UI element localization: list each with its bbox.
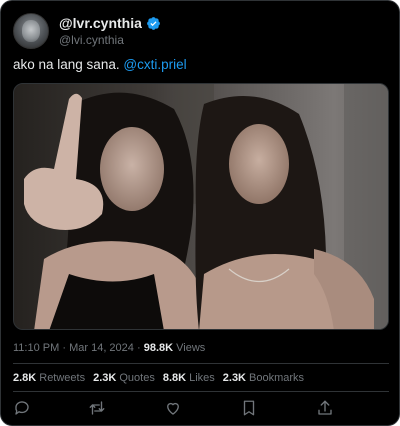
- likes-count: 8.8K: [162, 372, 187, 384]
- quotes-count: 2.3K: [93, 372, 117, 384]
- retweets-count: 2.8K: [13, 372, 37, 384]
- bookmark-button[interactable]: [240, 399, 258, 417]
- quotes-stat[interactable]: 2.3K Quotes: [93, 372, 155, 384]
- display-name[interactable]: @lvr.cynthia: [59, 15, 142, 31]
- tweet-photo[interactable]: [13, 83, 389, 330]
- tweet-meta: 11:10 PM · Mar 14, 2024 · 98.8K Views: [13, 342, 205, 354]
- tweet-card: @lvr.cynthia @lvi.cynthia ako na lang sa…: [0, 0, 400, 426]
- like-button[interactable]: [164, 399, 182, 417]
- views-label: Views: [176, 342, 206, 354]
- photo-illustration: [14, 84, 388, 329]
- engagement-stats: 2.8K Retweets 2.3K Quotes 8.8K Likes 2.3K Bo…: [13, 372, 304, 384]
- share-icon: [318, 400, 332, 415]
- retweet-button[interactable]: [88, 399, 106, 417]
- likes-label: Likes: [189, 372, 215, 384]
- action-bar: [1, 399, 399, 419]
- tweet-date[interactable]: Mar 14, 2024: [69, 342, 134, 354]
- handle[interactable]: @lvi.cynthia: [59, 33, 124, 47]
- meta-separator-2: ·: [136, 342, 141, 354]
- tweet-text: ako na lang sana. @cxti.priel: [13, 57, 187, 72]
- verified-badge-icon: [147, 16, 160, 30]
- avatar-image: [22, 20, 40, 42]
- retweets-label: Retweets: [39, 372, 86, 384]
- bookmarks-stat[interactable]: 2.3K Bookmarks: [223, 372, 304, 384]
- reply-button[interactable]: [13, 399, 31, 417]
- tweet-header: @lvr.cynthia @lvi.cynthia: [13, 13, 389, 49]
- likes-stat[interactable]: 8.8K Likes: [163, 372, 215, 384]
- bookmark-icon: [243, 400, 255, 416]
- views-count: 98.8K: [143, 342, 174, 354]
- bookmarks-label: Bookmarks: [249, 372, 305, 384]
- share-button[interactable]: [316, 399, 334, 417]
- like-icon: [167, 402, 179, 415]
- mention-link[interactable]: @cxti.priel: [123, 57, 186, 72]
- tweet-time[interactable]: 11:10 PM: [13, 342, 59, 354]
- reply-icon: [15, 401, 29, 415]
- quotes-label: Quotes: [119, 372, 155, 384]
- divider-top: [13, 363, 389, 364]
- meta-separator: ·: [62, 342, 67, 354]
- name-row: @lvr.cynthia: [59, 14, 161, 32]
- bookmarks-count: 2.3K: [222, 372, 247, 384]
- retweet-icon: [89, 401, 105, 415]
- divider-bottom: [13, 391, 389, 392]
- avatar[interactable]: [13, 13, 49, 49]
- tweet-body: ako na lang sana.: [13, 57, 120, 72]
- retweets-stat[interactable]: 2.8K Retweets: [13, 372, 85, 384]
